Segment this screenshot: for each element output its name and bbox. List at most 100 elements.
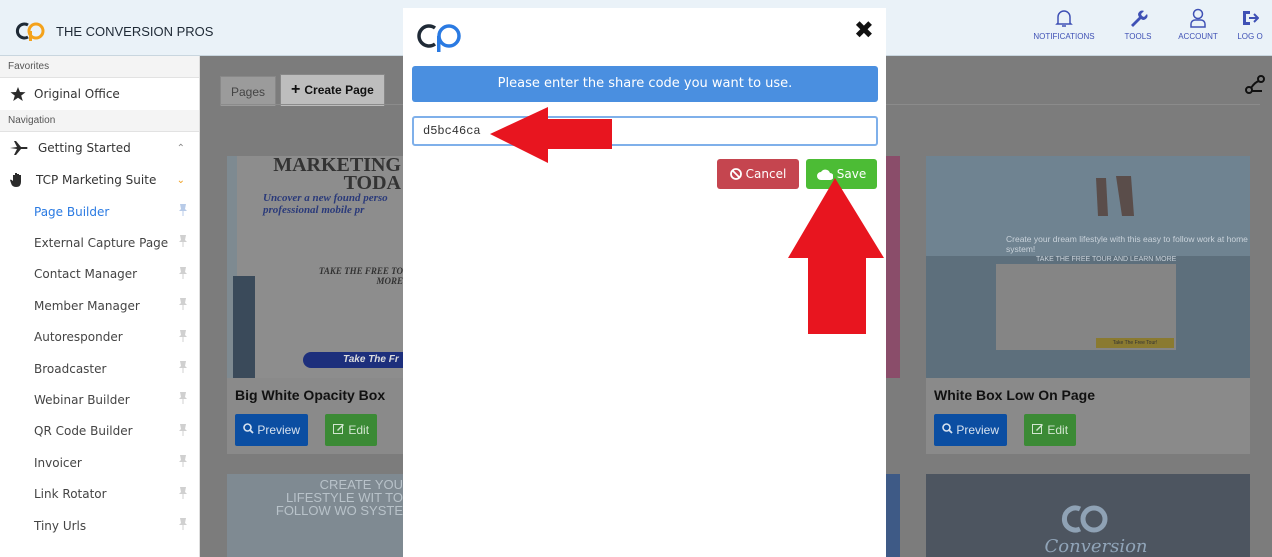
preview-button[interactable]: Preview — [934, 414, 1008, 446]
logout-icon — [1243, 11, 1259, 25]
pin-icon[interactable] — [179, 204, 187, 216]
edit-button[interactable]: Edit — [1024, 414, 1077, 446]
sidebar-item-label: Invoicer — [34, 455, 82, 470]
template-card: MARKETING TODA Uncover a new found perso… — [227, 154, 403, 454]
sidebar-item-label: QR Code Builder — [34, 424, 133, 439]
tab-pages[interactable]: Pages — [220, 76, 277, 106]
template-card: Create your dream lifestyle with this ea… — [926, 156, 1250, 454]
sidebar: Favorites Original Office Navigation Get… — [0, 56, 200, 557]
sidebar-item-webinar-builder[interactable]: Webinar Builder — [0, 384, 199, 415]
pin-icon[interactable] — [179, 298, 187, 311]
edit-label: Edit — [348, 423, 370, 437]
template-card: Conversion Pros — [926, 474, 1250, 557]
logout-button[interactable]: LOG O — [1228, 8, 1272, 41]
template-card-partial — [886, 156, 900, 378]
tools-label: TOOLS — [1124, 32, 1152, 41]
share-code-input[interactable] — [412, 116, 878, 146]
sidebar-item-label: Webinar Builder — [34, 393, 130, 408]
sidebar-item-label: Member Manager — [34, 298, 140, 313]
sidebar-items: Page Builder External Capture Page Contact… — [0, 196, 199, 541]
notifications-button[interactable]: NOTIFICATIONS — [1020, 8, 1108, 41]
user-icon — [1190, 8, 1206, 28]
sidebar-item-label: Autoresponder — [34, 330, 123, 345]
ban-icon — [729, 168, 742, 180]
sidebar-item-link-rotator[interactable]: Link Rotator — [0, 479, 199, 510]
favorites-heading: Favorites — [0, 56, 199, 78]
pin-icon[interactable] — [179, 392, 187, 405]
share-icon[interactable] — [1244, 74, 1266, 96]
cancel-button[interactable]: Cancel — [717, 159, 799, 189]
sidebar-item-external-capture-page[interactable]: External Capture Page — [0, 227, 199, 258]
cp-logo-icon — [1061, 505, 1108, 533]
pin-icon[interactable] — [179, 266, 187, 279]
hand-icon — [10, 173, 21, 187]
sidebar-item-member-manager[interactable]: Member Manager — [0, 290, 199, 321]
close-icon[interactable]: ✖ — [854, 16, 874, 44]
cp-logo-icon — [15, 22, 45, 41]
sidebar-item-label: Page Builder — [34, 204, 110, 219]
bell-icon — [1055, 10, 1073, 27]
arrow-up-annotation — [788, 178, 884, 334]
account-label: ACCOUNT — [1178, 32, 1218, 41]
tools-button[interactable]: TOOLS — [1108, 8, 1168, 41]
sidebar-item-label: Contact Manager — [34, 267, 138, 282]
pin-icon[interactable] — [179, 235, 187, 248]
preview-label: Preview — [956, 423, 1000, 437]
template-title: Big White Opacity Box — [235, 387, 386, 403]
edit-label: Edit — [1047, 423, 1069, 437]
thumbnail-headline: MARKETING TODA — [273, 154, 401, 194]
arrow-left-annotation — [490, 107, 612, 163]
sidebar-item-page-builder[interactable]: Page Builder — [0, 196, 199, 227]
chevron-up-icon: ⌃ — [176, 142, 185, 154]
sidebar-item-qr-code-builder[interactable]: QR Code Builder — [0, 416, 199, 447]
star-icon — [10, 87, 26, 101]
template-card: CREATE YOU LIFESTYLE WIT TO FOLLOW WO SY… — [227, 474, 403, 557]
sidebar-item-label: Original Office — [34, 87, 120, 101]
preview-button[interactable]: Preview — [235, 414, 309, 446]
sidebar-item-label: External Capture Page — [34, 236, 169, 251]
search-icon — [942, 423, 953, 434]
pin-icon[interactable] — [179, 455, 187, 468]
cp-logo-icon — [417, 24, 461, 52]
cancel-label: Cancel — [745, 167, 787, 181]
logout-label: LOG O — [1237, 32, 1263, 41]
sidebar-item-label: Link Rotator — [34, 487, 107, 502]
top-nav: NOTIFICATIONS TOOLS ACCOUNT LOG O — [1020, 8, 1272, 41]
wrench-icon — [1131, 10, 1148, 27]
chevron-down-icon: ⌄ — [176, 174, 185, 186]
edit-icon — [333, 424, 344, 434]
thumbnail-cta: TAKE THE FREE TO MORE — [318, 266, 403, 286]
sidebar-item-label: Broadcaster — [34, 361, 107, 376]
pin-icon[interactable] — [179, 517, 187, 530]
sidebar-group-label: Getting Started — [38, 141, 131, 155]
thumbnail-headline: Create your dream lifestyle with this ea… — [1006, 234, 1248, 254]
tab-create-page[interactable]: + Create Page — [280, 74, 385, 106]
plane-icon — [10, 141, 28, 155]
thumbnail-button: Take The Fr — [303, 352, 403, 368]
sidebar-item-autoresponder[interactable]: Autoresponder — [0, 322, 199, 353]
plus-icon: + — [291, 81, 301, 98]
thumbnail-button: Take The Free Tour! — [1112, 340, 1158, 346]
sidebar-group-label: TCP Marketing Suite — [36, 173, 157, 187]
tab-label: Create Page — [304, 83, 374, 97]
pin-icon[interactable] — [179, 360, 187, 373]
sidebar-item-original-office[interactable]: Original Office — [0, 78, 199, 110]
edit-button[interactable]: Edit — [325, 414, 378, 446]
template-thumbnail[interactable] — [926, 156, 1250, 378]
sidebar-group-tcp-marketing-suite[interactable]: TCP Marketing Suite ⌄ — [0, 164, 199, 196]
sidebar-item-broadcaster[interactable]: Broadcaster — [0, 353, 199, 384]
pin-icon[interactable] — [179, 486, 187, 499]
account-button[interactable]: ACCOUNT — [1168, 8, 1228, 41]
sidebar-group-getting-started[interactable]: Getting Started ⌃ — [0, 132, 199, 164]
sidebar-item-contact-manager[interactable]: Contact Manager — [0, 259, 199, 290]
search-icon — [243, 423, 254, 434]
pin-icon[interactable] — [179, 329, 187, 342]
sidebar-item-tiny-urls[interactable]: Tiny Urls — [0, 510, 199, 541]
sidebar-item-invoicer[interactable]: Invoicer — [0, 447, 199, 478]
pin-icon[interactable] — [179, 423, 187, 436]
brand-logo[interactable]: THE CONVERSION PROS — [14, 21, 213, 41]
template-card-partial — [886, 474, 900, 557]
page-tabs: Pages + Create Page — [220, 74, 385, 106]
navigation-heading: Navigation — [0, 110, 199, 132]
edit-icon — [1032, 424, 1043, 434]
